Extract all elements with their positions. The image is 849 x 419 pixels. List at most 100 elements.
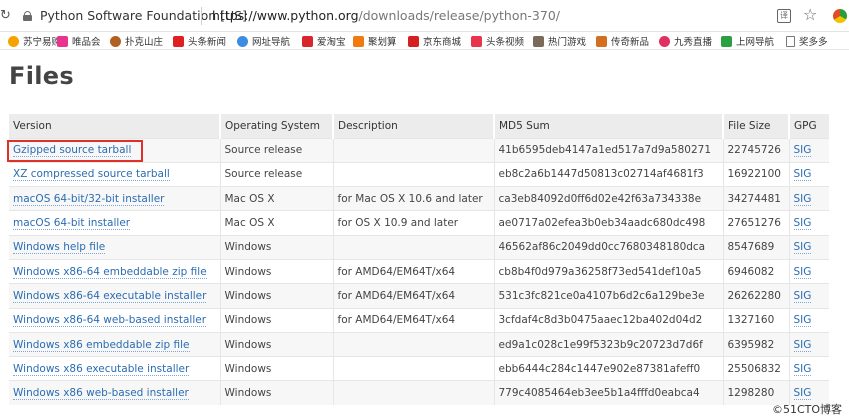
md5-cell: ae0717a02efea3b0eb34aadc680dc498 xyxy=(493,210,723,236)
gpg-sig-link[interactable]: SIG xyxy=(793,217,812,231)
version-link[interactable]: Windows x86 web-based installer xyxy=(13,387,189,401)
gpg-sig-link[interactable]: SIG xyxy=(793,241,812,255)
version-link[interactable]: XZ compressed source tarball xyxy=(13,168,170,182)
os-cell: Windows xyxy=(219,356,333,381)
bookmark-item[interactable]: 爱淘宝 xyxy=(302,34,346,48)
table-row: Windows x86 executable installer Windows e… xyxy=(9,356,829,381)
gpg-sig-link[interactable]: SIG xyxy=(793,144,812,158)
description-cell xyxy=(332,356,494,381)
gpg-sig-link[interactable]: SIG xyxy=(793,387,812,401)
bookmark-label: 网址导航 xyxy=(252,37,291,48)
md5-cell: cb8b4f0d979a36258f73ed541def10a5 xyxy=(493,258,723,284)
md5-cell: 779c4085464eb3ee5b1a4fffd0eabca4 xyxy=(493,380,723,406)
bookmark-item[interactable]: 头条新闻 xyxy=(173,34,226,48)
file-size-cell: 1327160 xyxy=(722,307,789,333)
gpg-sig-cell: SIG xyxy=(788,356,829,381)
os-cell: Windows xyxy=(219,331,333,357)
bookmark-item[interactable]: 网址导航 xyxy=(237,34,290,48)
gpg-sig-link[interactable]: SIG xyxy=(793,289,812,303)
header-file-size: File Size xyxy=(722,114,789,138)
url-path: /downloads/release/python-370/ xyxy=(358,8,560,23)
version-link[interactable]: Windows x86-64 executable installer xyxy=(13,289,207,303)
table-row: Windows x86-64 embeddable zip file Window… xyxy=(9,258,829,284)
version-link[interactable]: macOS 64-bit installer xyxy=(13,217,131,231)
os-cell: Mac OS X xyxy=(219,210,333,236)
version-cell: Windows x86 executable installer xyxy=(9,356,220,381)
bookmark-item[interactable]: 唯品会 xyxy=(57,34,101,48)
address-bar[interactable]: ↻ Python Software Foundation [US] https:… xyxy=(0,0,849,32)
gpg-sig-link[interactable]: SIG xyxy=(793,265,812,279)
os-cell: Mac OS X xyxy=(219,186,333,211)
bookmark-label: 奖多多 xyxy=(799,37,828,48)
version-cell: Windows x86-64 web-based installer xyxy=(9,307,220,333)
gpg-sig-cell: SIG xyxy=(788,283,829,309)
lock-icon[interactable] xyxy=(23,11,32,21)
gpg-sig-cell: SIG xyxy=(788,307,829,333)
video-play-icon xyxy=(471,35,482,47)
location-pin-icon xyxy=(659,35,670,47)
version-cell: XZ compressed source tarball xyxy=(9,161,220,187)
bookmark-item[interactable]: 九秀直播 xyxy=(659,34,712,48)
gpg-sig-link[interactable]: SIG xyxy=(793,168,812,182)
description-cell xyxy=(332,161,494,187)
version-link[interactable]: Windows x86 embeddable zip file xyxy=(13,338,190,352)
version-cell: Windows x86-64 embeddable zip file xyxy=(9,258,220,284)
url-text[interactable]: https://www.python.org/downloads/release… xyxy=(212,8,560,23)
bookmark-item[interactable]: 传奇新品 xyxy=(596,34,649,48)
juhuasuan-icon xyxy=(353,35,364,47)
bookmark-item[interactable]: 上网导航 xyxy=(721,34,774,48)
version-cell: macOS 64-bit/32-bit installer xyxy=(9,186,220,211)
reload-icon[interactable]: ↻ xyxy=(0,8,10,23)
file-size-cell: 16922100 xyxy=(722,161,789,187)
gpg-sig-link[interactable]: SIG xyxy=(793,338,812,352)
translate-icon[interactable]: 译 xyxy=(777,9,791,23)
table-row: macOS 64-bit installer Mac OS Xfor OS X 1… xyxy=(9,210,829,236)
version-cell: Windows x86 embeddable zip file xyxy=(9,331,220,357)
table-row: Windows help file Windows 46562af86c2049dd… xyxy=(9,234,829,260)
extension-icon[interactable] xyxy=(833,9,847,23)
gpg-sig-cell: SIG xyxy=(788,186,829,211)
md5-cell: 46562af86c2049dd0cc7680348180dca xyxy=(493,234,723,260)
bookmark-star-icon[interactable]: ☆ xyxy=(803,5,817,24)
file-size-cell: 22745726 xyxy=(722,137,789,163)
md5-cell: ca3eb84092d0ff6d02e42f63a734338e xyxy=(493,186,723,211)
file-size-cell: 8547689 xyxy=(722,234,789,260)
header-version: Version xyxy=(9,114,220,138)
file-size-cell: 26262280 xyxy=(722,283,789,309)
description-cell: for AMD64/EM64T/x64 xyxy=(332,307,494,333)
bookmark-item[interactable]: 扑克山庄 xyxy=(110,34,163,48)
header-gpg: GPG xyxy=(788,114,829,138)
file-size-cell: 27651276 xyxy=(722,210,789,236)
bookmark-label: 九秀直播 xyxy=(674,37,713,48)
gpg-sig-cell: SIG xyxy=(788,210,829,236)
watermark: ©51CTO博客 xyxy=(772,403,843,416)
version-cell: Windows x86 web-based installer xyxy=(9,380,220,406)
version-link[interactable]: macOS 64-bit/32-bit installer xyxy=(13,192,165,206)
gpg-sig-link[interactable]: SIG xyxy=(793,192,812,206)
highlight-box xyxy=(7,140,143,162)
description-cell xyxy=(332,331,494,357)
gpg-sig-cell: SIG xyxy=(788,161,829,187)
gpg-sig-link[interactable]: SIG xyxy=(793,362,812,376)
bookmark-label: 苏宁易购 xyxy=(23,37,62,48)
bookmark-item[interactable]: 京东商城 xyxy=(408,34,461,48)
bookmark-item[interactable]: 热门游戏 xyxy=(533,34,586,48)
bookmark-item[interactable]: 头条视频 xyxy=(471,34,524,48)
version-link[interactable]: Windows help file xyxy=(13,241,106,255)
table-row: Windows x86-64 executable installer Windo… xyxy=(9,283,829,309)
gpg-sig-cell: SIG xyxy=(788,258,829,284)
bookmark-item[interactable]: 聚划算 xyxy=(353,34,397,48)
description-cell xyxy=(332,234,494,260)
version-link[interactable]: Windows x86-64 embeddable zip file xyxy=(13,265,207,279)
version-link[interactable]: Windows x86 executable installer xyxy=(13,362,190,376)
description-cell xyxy=(332,137,494,163)
bookmark-label: 头条视频 xyxy=(486,37,525,48)
version-link[interactable]: Windows x86-64 web-based installer xyxy=(13,314,207,328)
bookmark-item[interactable]: 奖多多 xyxy=(786,34,828,48)
md5-cell: 41b6595deb4147a1ed517a7d9a580271 xyxy=(493,137,723,163)
game-icon xyxy=(533,35,544,47)
md5-cell: ebb6444c284c1447e902e87381afeff0 xyxy=(493,356,723,381)
description-cell: for Mac OS X 10.6 and later xyxy=(332,186,494,211)
gpg-sig-link[interactable]: SIG xyxy=(793,314,812,328)
bookmark-item[interactable]: 苏宁易购 xyxy=(8,34,61,48)
